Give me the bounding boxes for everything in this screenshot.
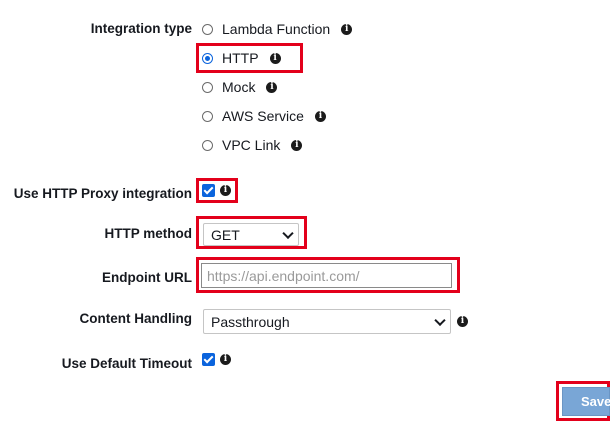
- radio-button[interactable]: [202, 110, 213, 122]
- radio-http[interactable]: HTTP i: [202, 48, 281, 68]
- info-icon[interactable]: i: [220, 354, 231, 365]
- default-timeout-checkbox[interactable]: [202, 353, 215, 366]
- http-method-select[interactable]: GET: [203, 223, 299, 246]
- radio-label-vpc-link[interactable]: VPC Link: [222, 137, 280, 153]
- info-icon[interactable]: i: [341, 23, 353, 35]
- info-icon[interactable]: i: [314, 110, 326, 122]
- radio-button-selected[interactable]: [202, 52, 213, 64]
- default-timeout-label: Use Default Timeout: [61, 356, 192, 371]
- chevron-down-icon: [282, 227, 294, 239]
- endpoint-url-input[interactable]: https://api.endpoint.com/: [201, 263, 452, 288]
- info-icon[interactable]: i: [220, 185, 231, 196]
- save-button[interactable]: Save: [562, 387, 610, 416]
- chevron-down-icon: [434, 314, 446, 326]
- radio-button[interactable]: [202, 139, 213, 151]
- endpoint-url-placeholder: https://api.endpoint.com/: [207, 267, 360, 284]
- http-method-value: GET: [211, 226, 240, 243]
- http-method-label: HTTP method: [104, 226, 193, 241]
- content-handling-label: Content Handling: [79, 311, 192, 326]
- radio-button[interactable]: [202, 23, 213, 35]
- radio-button[interactable]: [202, 81, 213, 93]
- integration-type-label: Integration type: [90, 21, 192, 36]
- save-button-label: Save: [581, 394, 610, 409]
- info-icon[interactable]: i: [291, 139, 303, 151]
- radio-label-mock[interactable]: Mock: [222, 79, 255, 95]
- radio-lambda-function[interactable]: Lambda Function i: [202, 19, 353, 39]
- content-handling-select[interactable]: Passthrough: [203, 309, 451, 334]
- radio-label-http[interactable]: HTTP: [222, 50, 259, 66]
- radio-mock[interactable]: Mock i: [202, 77, 278, 97]
- proxy-integration-label: Use HTTP Proxy integration: [13, 186, 192, 201]
- radio-label-lambda-function[interactable]: Lambda Function: [222, 21, 330, 37]
- radio-vpc-link[interactable]: VPC Link i: [202, 135, 303, 155]
- radio-aws-service[interactable]: AWS Service i: [202, 106, 326, 126]
- info-icon[interactable]: i: [269, 52, 281, 64]
- info-icon[interactable]: i: [457, 316, 468, 327]
- info-icon[interactable]: i: [266, 81, 278, 93]
- endpoint-url-label: Endpoint URL: [102, 270, 192, 285]
- radio-label-aws-service[interactable]: AWS Service: [222, 108, 304, 124]
- content-handling-value: Passthrough: [211, 313, 290, 330]
- proxy-integration-checkbox[interactable]: [202, 184, 215, 197]
